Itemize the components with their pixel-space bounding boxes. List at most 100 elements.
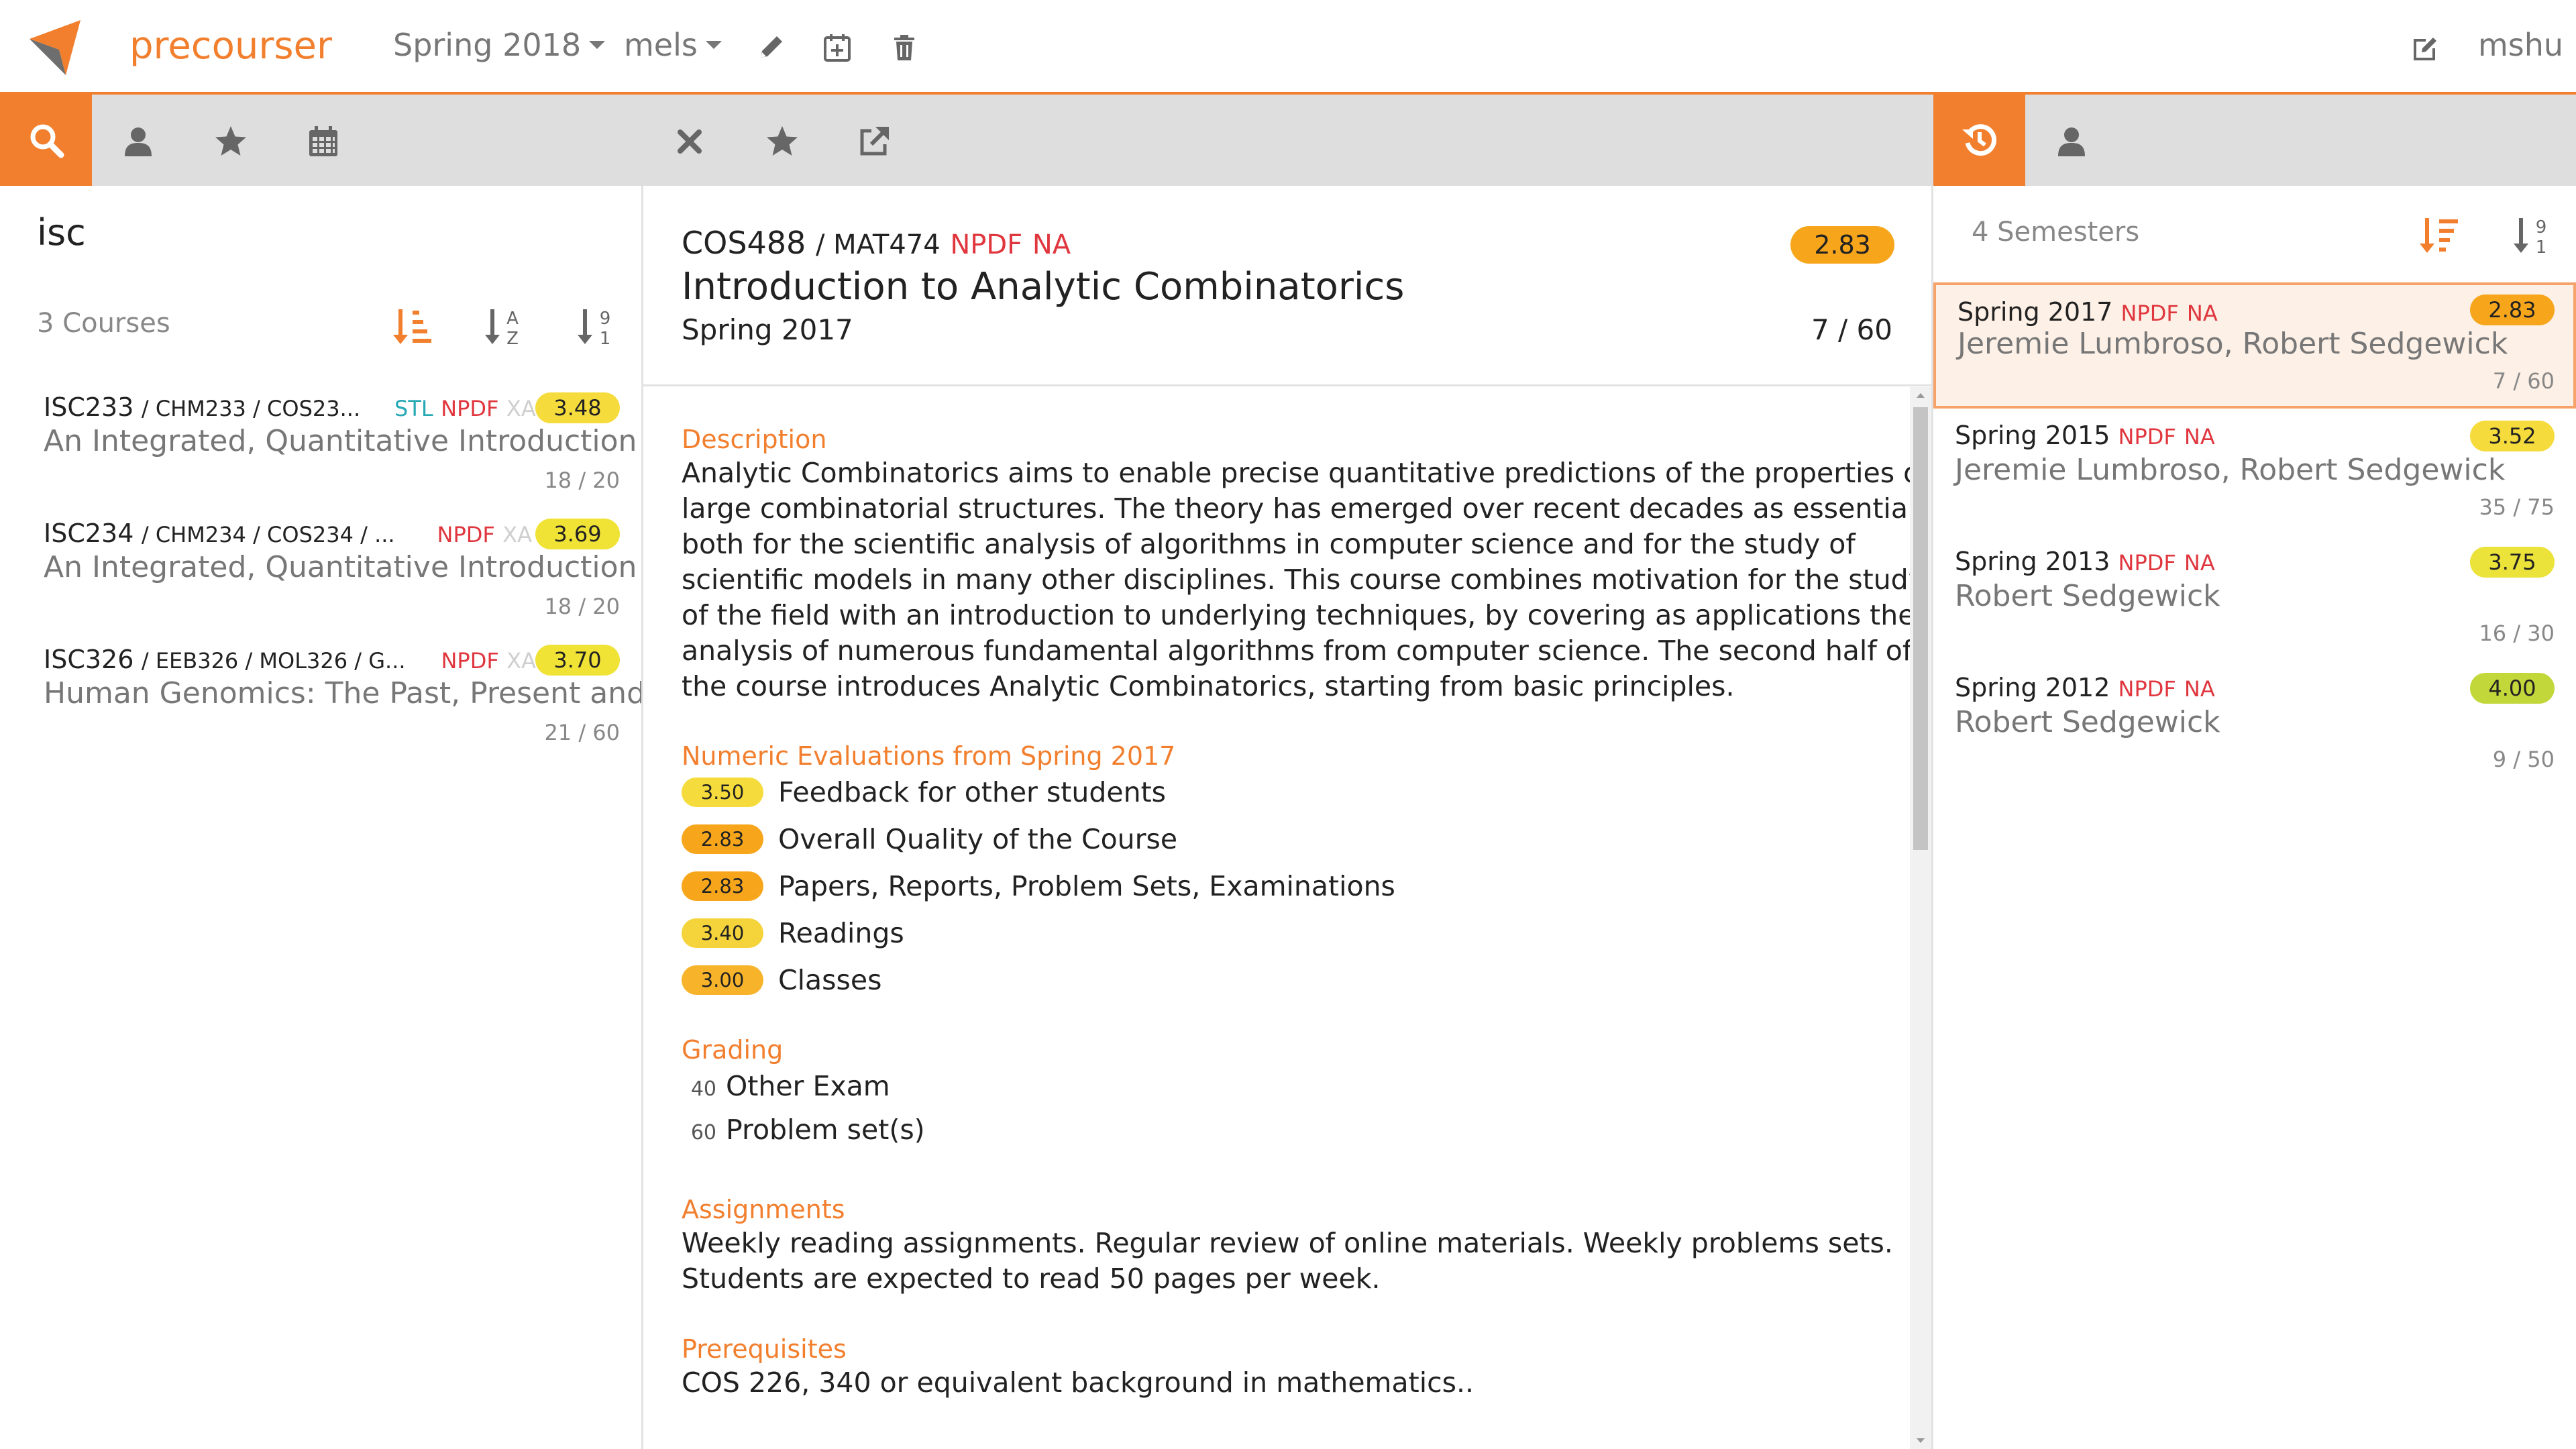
search-tab[interactable]	[0, 95, 92, 186]
star-icon[interactable]	[765, 124, 800, 159]
list-dropdown[interactable]: mels	[624, 27, 723, 63]
eval-label: Overall Quality of the Course	[778, 823, 1178, 855]
prerequisites-text: COS 226, 340 or equivalent background in…	[682, 1366, 1474, 1399]
semester-item[interactable]: Spring 2015 NPDF NA 3.52 Jeremie Lumbros…	[1933, 409, 2576, 535]
detail-course-title: Introduction to Analytic Combinatorics	[682, 265, 1405, 309]
course-code-line: ISC234 / CHM234 / COS234 / ... NPDF XA	[44, 519, 532, 548]
description-heading: Description	[682, 425, 827, 454]
enrollment-count: 21 / 60	[544, 720, 620, 745]
user-icon[interactable]	[121, 124, 156, 159]
evaluation-row: 3.00 Classes	[682, 960, 881, 1000]
course-crosslist: / CHM234 / COS234 / ...	[141, 522, 395, 547]
tag-na: NA	[2184, 550, 2215, 576]
history-icon	[1962, 124, 1996, 156]
eval-score: 3.40	[682, 918, 763, 948]
grading-row: 60 Problem set(s)	[682, 1114, 925, 1146]
detail-term: Spring 2017	[682, 313, 853, 346]
svg-text:A: A	[506, 309, 519, 329]
star-icon[interactable]	[213, 124, 248, 159]
semester-term: Spring 2015	[1955, 421, 2110, 450]
assignments-text: Weekly reading assignments. Regular revi…	[682, 1227, 1893, 1295]
semester-item[interactable]: Spring 2012 NPDF NA 4.00 Robert Sedgewic…	[1933, 661, 2576, 787]
pencil-icon[interactable]	[755, 32, 786, 63]
semester-term-line: Spring 2017 NPDF NA	[1957, 297, 2218, 327]
external-link-icon[interactable]	[857, 124, 892, 159]
course-result-item[interactable]: ISC233 / CHM233 / COS23... STL NPDF XA 3…	[0, 387, 641, 513]
course-code: ISC234	[44, 519, 134, 548]
course-toolbar	[643, 95, 1933, 186]
svg-text:9: 9	[2536, 217, 2547, 237]
sort-alpha-icon[interactable]: A Z	[483, 307, 523, 348]
eval-label: Feedback for other students	[778, 776, 1167, 808]
semester-term: Spring 2012	[1955, 673, 2110, 702]
sort-rating-icon[interactable]	[391, 307, 431, 348]
prerequisites-heading: Prerequisites	[682, 1334, 847, 1364]
history-tab[interactable]	[1933, 95, 2025, 186]
semester-term-line: Spring 2015 NPDF NA	[1955, 421, 2215, 450]
close-icon[interactable]	[672, 124, 707, 159]
enrollment-count: 16 / 30	[2479, 621, 2555, 646]
scroll-up-icon[interactable]	[1915, 391, 1926, 399]
svg-text:1: 1	[2536, 237, 2547, 257]
evaluation-row: 2.83 Overall Quality of the Course	[682, 819, 1177, 859]
semester-item-selected[interactable]: Spring 2017 NPDF NA 2.83 Jeremie Lumbros…	[1933, 282, 2576, 409]
grading-percent: 40	[690, 1077, 716, 1101]
course-code: ISC326	[44, 645, 134, 674]
tag-na: NA	[1032, 229, 1071, 260]
list-label: mels	[624, 27, 698, 63]
rating-badge: 3.48	[535, 392, 620, 423]
semesters-count: 4 Semesters	[1972, 217, 2140, 248]
tag-xa: XA	[506, 396, 536, 421]
tag-xa: XA	[506, 648, 536, 674]
divider	[643, 384, 1931, 386]
user-icon[interactable]	[2054, 124, 2089, 159]
semester-dropdown[interactable]: Spring 2018	[393, 27, 606, 63]
semester-term: Spring 2013	[1955, 547, 2110, 576]
trash-icon[interactable]	[889, 32, 920, 63]
assignments-heading: Assignments	[682, 1195, 845, 1224]
grading-label: Problem set(s)	[726, 1114, 925, 1146]
scrollbar-thumb[interactable]	[1913, 407, 1928, 850]
sort-numeric-icon[interactable]: 9 1	[2512, 215, 2552, 257]
sort-desc-icon[interactable]	[2418, 215, 2458, 257]
semester-term-line: Spring 2012 NPDF NA	[1955, 673, 2215, 702]
tag-xa: XA	[502, 522, 533, 547]
calendar-icon[interactable]	[306, 124, 341, 159]
search-icon	[30, 124, 64, 158]
detail-code-line: COS488 / MAT474 NPDF NA	[682, 225, 1071, 261]
eval-label: Readings	[778, 917, 904, 949]
description-text: Analytic Combinatorics aims to enable pr…	[682, 457, 1930, 702]
eval-score: 3.00	[682, 965, 763, 995]
results-count: 3 Courses	[37, 308, 170, 339]
rating-badge: 2.83	[2470, 294, 2555, 325]
tag-stl: STL	[394, 396, 433, 421]
svg-text:9: 9	[600, 309, 611, 329]
caret-down-icon	[705, 41, 722, 49]
scrollbar[interactable]	[1910, 387, 1931, 1449]
course-code-line: ISC233 / CHM233 / COS23... STL NPDF XA	[44, 392, 536, 422]
course-result-item[interactable]: ISC326 / EEB326 / MOL326 / G... NPDF XA …	[0, 639, 641, 765]
course-result-item[interactable]: ISC234 / CHM234 / COS234 / ... NPDF XA 3…	[0, 513, 641, 639]
search-input[interactable]: isc	[37, 211, 86, 254]
semesters-pane: 4 Semesters 9 1 Spring 2017 NPDF NA 2.83…	[1933, 186, 2576, 1449]
evaluation-row: 3.40 Readings	[682, 913, 904, 953]
course-crosslist: / EEB326 / MOL326 / G...	[141, 648, 406, 674]
detail-course-code: COS488	[682, 225, 806, 261]
eval-label: Papers, Reports, Problem Sets, Examinati…	[778, 870, 1395, 902]
username-link[interactable]: mshu	[2478, 27, 2563, 63]
course-title: Human Genomics: The Past, Present and	[44, 676, 643, 710]
semester-item[interactable]: Spring 2013 NPDF NA 3.75 Robert Sedgewic…	[1933, 535, 2576, 661]
enrollment-count: 7 / 60	[2492, 368, 2555, 394]
scroll-down-icon[interactable]	[1915, 1437, 1926, 1445]
eval-score: 2.83	[682, 824, 763, 854]
evaluation-row: 3.50 Feedback for other students	[682, 772, 1166, 812]
course-title: An Integrated, Quantitative Introduction	[44, 424, 637, 458]
top-navbar: precourser Spring 2018 mels mshu	[0, 0, 2576, 95]
edit-note-icon[interactable]	[2410, 32, 2440, 63]
detail-crosslist: / MAT474	[815, 229, 941, 260]
calendar-add-icon[interactable]	[822, 32, 853, 63]
logo-arrow-icon[interactable]	[27, 19, 84, 76]
brand-name[interactable]: precourser	[129, 24, 332, 68]
evaluations-heading: Numeric Evaluations from Spring 2017	[682, 741, 1176, 771]
sort-numeric-icon[interactable]: 9 1	[576, 307, 616, 348]
